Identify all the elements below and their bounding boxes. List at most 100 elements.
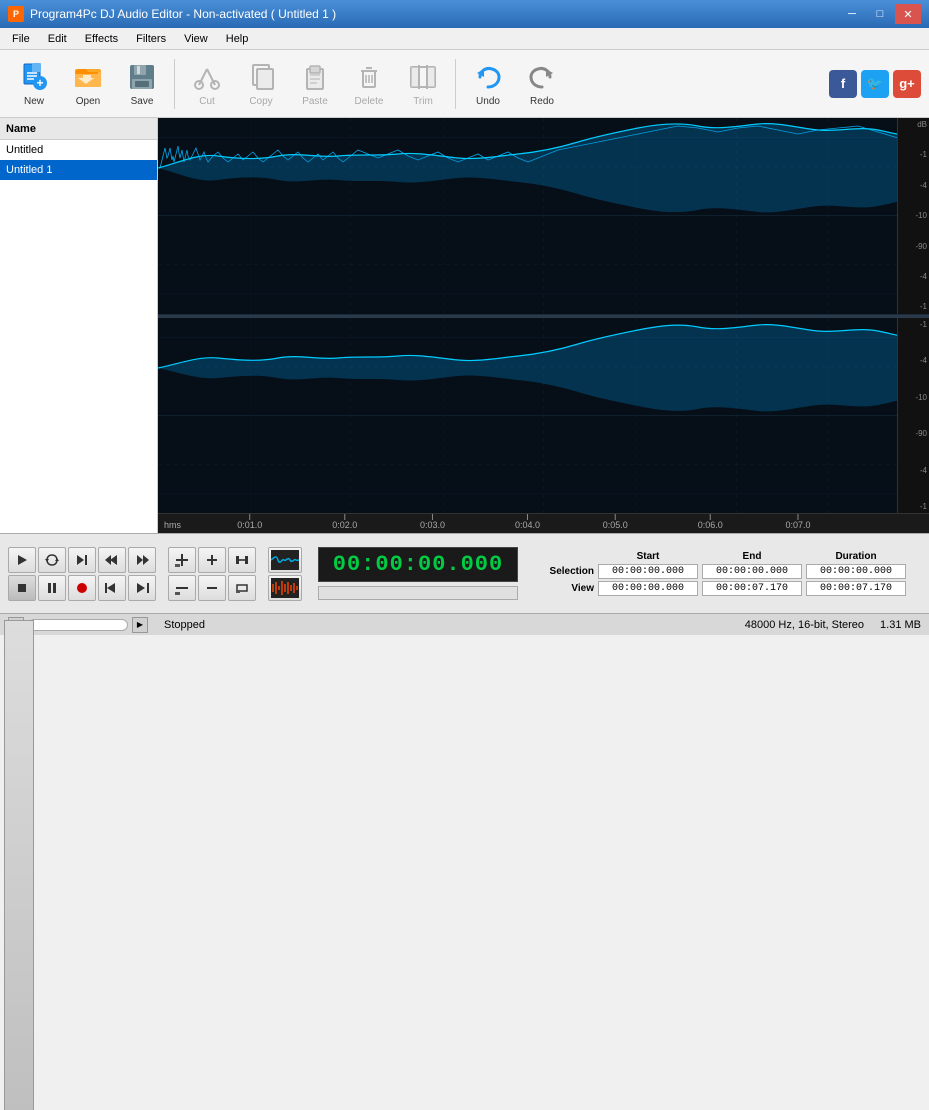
- redo-button[interactable]: Redo: [516, 55, 568, 113]
- new-button[interactable]: + New: [8, 55, 60, 113]
- save-label: Save: [131, 96, 154, 107]
- trim-button[interactable]: Trim: [397, 55, 449, 113]
- next-end-button[interactable]: [128, 575, 156, 601]
- menu-help[interactable]: Help: [218, 31, 257, 47]
- googleplus-icon[interactable]: g+: [893, 70, 921, 98]
- next-button[interactable]: [68, 547, 96, 573]
- stop-button[interactable]: [8, 575, 36, 601]
- zoom-in-time-button[interactable]: [168, 547, 196, 573]
- transport-area: 00:00:00.000 Start End Duration Selectio…: [0, 533, 929, 613]
- db-label-4-2: -4: [900, 356, 927, 365]
- menu-filters[interactable]: Filters: [128, 31, 174, 47]
- db-label-4b: -4: [900, 272, 927, 281]
- loop-button[interactable]: [38, 547, 66, 573]
- trim-label: Trim: [413, 96, 433, 107]
- prev-begin-button[interactable]: [98, 575, 126, 601]
- window-title: Program4Pc DJ Audio Editor - Non-activat…: [30, 7, 336, 21]
- end-header: End: [702, 551, 802, 562]
- selection-duration[interactable]: 00:00:00.000: [806, 564, 906, 579]
- menu-edit[interactable]: Edit: [40, 31, 75, 47]
- undo-label: Undo: [476, 96, 500, 107]
- file-list-item-untitled1[interactable]: Untitled 1: [0, 160, 157, 180]
- record-button[interactable]: [68, 575, 96, 601]
- waveform-style-2[interactable]: [268, 575, 302, 601]
- db-label-top-2: -1: [900, 320, 927, 329]
- save-button[interactable]: Save: [116, 55, 168, 113]
- svg-text:0:04.0: 0:04.0: [515, 520, 540, 530]
- paste-button[interactable]: Paste: [289, 55, 341, 113]
- menu-bar: File Edit Effects Filters View Help: [0, 28, 929, 50]
- file-list-item-untitled[interactable]: Untitled: [0, 140, 157, 160]
- selection-end[interactable]: 00:00:00.000: [702, 564, 802, 579]
- status-bar: ◀ ▶ Stopped 48000 Hz, 16-bit, Stereo 1.3…: [0, 613, 929, 635]
- toolbar: + New Open Save: [0, 50, 929, 118]
- twitter-icon[interactable]: 🐦: [861, 70, 889, 98]
- delete-button[interactable]: Delete: [343, 55, 395, 113]
- redo-icon: [526, 61, 558, 93]
- zoom-selection-button[interactable]: [228, 575, 256, 601]
- forward-button[interactable]: [128, 547, 156, 573]
- minimize-button[interactable]: ─: [839, 4, 865, 24]
- zoom-out-button[interactable]: [198, 575, 226, 601]
- delete-label: Delete: [355, 96, 384, 107]
- rewind-button[interactable]: [98, 547, 126, 573]
- db-label-90-2: -90: [900, 429, 927, 438]
- file-list: Name Untitled Untitled 1: [0, 118, 158, 533]
- svg-text:0:06.0: 0:06.0: [698, 520, 723, 530]
- time-sub-bar: [318, 586, 518, 600]
- cut-label: Cut: [199, 96, 215, 107]
- view-end[interactable]: 00:00:07.170: [702, 581, 802, 596]
- db-label-4: -4: [900, 181, 927, 190]
- toolbar-separator-2: [455, 59, 456, 109]
- play-button[interactable]: [8, 547, 36, 573]
- paste-icon: [299, 61, 331, 93]
- db-label-1b: -1: [900, 302, 927, 311]
- selection-label: Selection: [538, 566, 594, 577]
- save-icon: [126, 61, 158, 93]
- db-label-top: dB: [900, 120, 927, 129]
- open-icon: [72, 61, 104, 93]
- menu-file[interactable]: File: [4, 31, 38, 47]
- db-label-90: -90: [900, 242, 927, 251]
- svg-text:0:05.0: 0:05.0: [603, 520, 628, 530]
- waveform-style-1[interactable]: [268, 547, 302, 573]
- toolbar-separator-1: [174, 59, 175, 109]
- zoom-out-time-button[interactable]: [168, 575, 196, 601]
- file-size: 1.31 MB: [880, 619, 921, 631]
- undo-icon: [472, 61, 504, 93]
- copy-label: Copy: [249, 96, 272, 107]
- view-start[interactable]: 00:00:00.000: [598, 581, 698, 596]
- trim-icon: [407, 61, 439, 93]
- open-button[interactable]: Open: [62, 55, 114, 113]
- window-controls: ─ □ ✕: [839, 4, 921, 24]
- db-label-10: -10: [900, 211, 927, 220]
- close-button[interactable]: ✕: [895, 4, 921, 24]
- cut-button[interactable]: Cut: [181, 55, 233, 113]
- paste-label: Paste: [302, 96, 328, 107]
- zoom-in-button[interactable]: [198, 547, 226, 573]
- waveform-channel-1: [158, 118, 929, 314]
- scroll-track[interactable]: [28, 619, 128, 631]
- main-content: Name Untitled Untitled 1: [0, 118, 929, 533]
- social-icons: f 🐦 g+: [829, 70, 921, 98]
- selection-start[interactable]: 00:00:00.000: [598, 564, 698, 579]
- cut-icon: [191, 61, 223, 93]
- db-label-4b-2: -4: [900, 466, 927, 475]
- maximize-button[interactable]: □: [867, 4, 893, 24]
- menu-view[interactable]: View: [176, 31, 216, 47]
- selection-info: Start End Duration Selection 00:00:00.00…: [538, 551, 906, 596]
- copy-button[interactable]: Copy: [235, 55, 287, 113]
- menu-effects[interactable]: Effects: [77, 31, 126, 47]
- facebook-icon[interactable]: f: [829, 70, 857, 98]
- undo-button[interactable]: Undo: [462, 55, 514, 113]
- redo-label: Redo: [530, 96, 554, 107]
- svg-text:hms: hms: [164, 520, 182, 530]
- open-label: Open: [76, 96, 100, 107]
- pause-button[interactable]: [38, 575, 66, 601]
- view-duration[interactable]: 00:00:07.170: [806, 581, 906, 596]
- svg-text:+: +: [36, 76, 43, 90]
- db-label-1b-2: -1: [900, 502, 927, 511]
- scroll-right-button[interactable]: ▶: [132, 617, 148, 633]
- scroll-thumb[interactable]: [4, 620, 34, 1110]
- zoom-fit-button[interactable]: [228, 547, 256, 573]
